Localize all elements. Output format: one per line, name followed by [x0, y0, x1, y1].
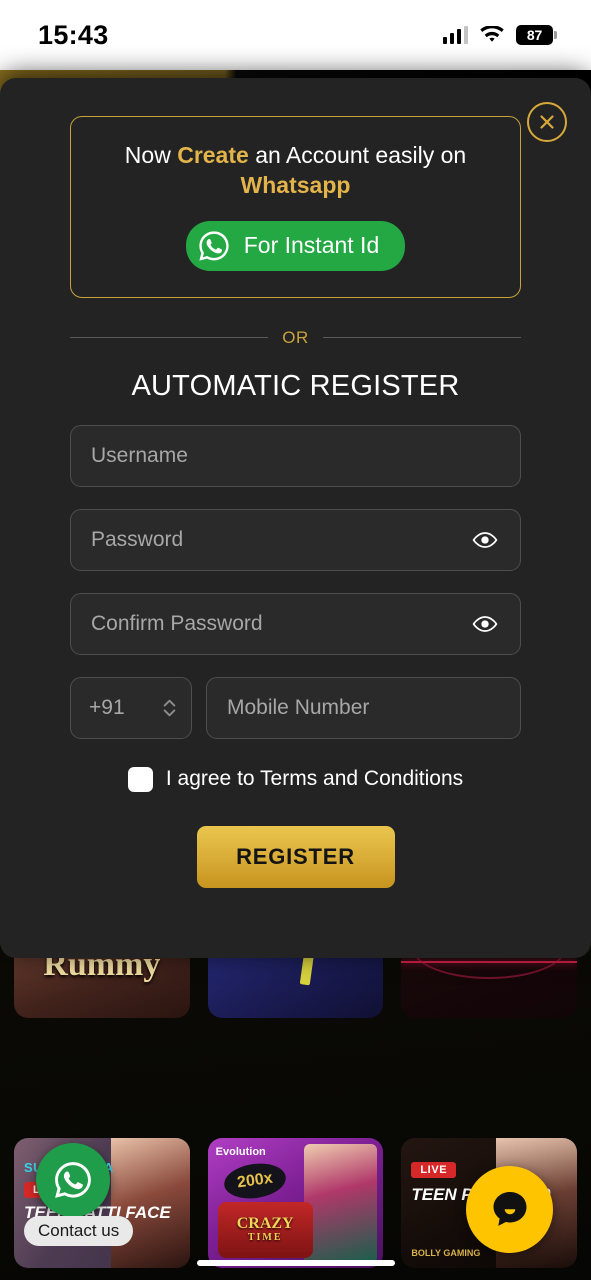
country-code-select[interactable]: +91 — [70, 676, 192, 739]
promo-text-post: an Account easily on — [248, 142, 467, 168]
whatsapp-button-label: For Instant Id — [243, 232, 380, 259]
eye-icon[interactable] — [470, 525, 500, 555]
username-input[interactable] — [91, 443, 500, 468]
password-field[interactable] — [70, 508, 521, 571]
promo-text-highlight: Create — [177, 142, 249, 168]
page-title: AUTOMATIC REGISTER — [131, 369, 460, 402]
divider-label: OR — [282, 327, 309, 347]
terms-checkbox[interactable] — [127, 766, 153, 792]
divider-line-right — [322, 337, 521, 339]
whatsapp-instant-id-button[interactable]: For Instant Id — [185, 220, 406, 271]
register-button[interactable]: REGISTER — [196, 825, 395, 888]
terms-row: I agree to Terms and Conditions — [70, 766, 521, 792]
confirm-password-field[interactable] — [70, 592, 521, 655]
username-field[interactable] — [70, 424, 521, 487]
phone-screen: Rummy SUPERNOWA LIVE TEEN PATTI FACE Evo… — [0, 0, 591, 1280]
chevron-updown-icon — [163, 699, 176, 717]
eye-glyph-icon — [472, 615, 498, 632]
phone-row: +91 — [70, 676, 521, 739]
tile-brand-label: Evolution — [215, 1146, 266, 1158]
chat-widget-button[interactable] — [466, 1166, 553, 1253]
or-divider: OR — [70, 328, 521, 348]
status-time: 15:43 — [38, 19, 109, 50]
whatsapp-icon — [199, 231, 229, 261]
chat-bubble-icon — [493, 1191, 526, 1226]
divider-line-left — [70, 337, 269, 339]
eye-glyph-icon — [472, 531, 498, 548]
terms-label[interactable]: I agree to Terms and Conditions — [166, 767, 463, 791]
confirm-password-input[interactable] — [91, 611, 470, 636]
status-bar: 15:43 87 — [0, 0, 591, 70]
game-tile-crazy-time[interactable]: Evolution 200x CRAZY TIME — [207, 1138, 384, 1268]
tile-logo: CRAZY TIME — [217, 1202, 313, 1258]
mobile-number-input[interactable] — [227, 695, 500, 720]
whatsapp-icon — [55, 1162, 91, 1198]
status-indicators: 87 — [442, 25, 557, 45]
password-input[interactable] — [91, 527, 470, 552]
tile-multiplier-badge: 200x — [221, 1159, 288, 1203]
close-x-icon — [540, 115, 554, 129]
close-icon[interactable] — [527, 102, 567, 142]
promo-line-2: Whatsapp — [240, 171, 351, 198]
tile-provider-label: BOLLY GAMING — [411, 1247, 481, 1258]
tile-live-badge: LIVE — [411, 1162, 457, 1178]
battery-level: 87 — [526, 27, 543, 43]
tile-dealer-image — [303, 1144, 378, 1264]
tile-subtitle: TIME — [247, 1232, 283, 1244]
eye-icon[interactable] — [470, 609, 500, 639]
tile-title: CRAZY — [236, 1215, 294, 1233]
country-code-value: +91 — [89, 695, 125, 719]
home-indicator — [196, 1260, 395, 1266]
wifi-icon — [480, 25, 504, 42]
mobile-number-field[interactable] — [206, 676, 521, 739]
whatsapp-contact-label[interactable]: Contact us — [24, 1216, 134, 1246]
promo-text-pre: Now — [124, 142, 178, 168]
battery-icon: 87 — [516, 25, 557, 45]
cellular-signal-icon — [442, 26, 468, 44]
whatsapp-float-button[interactable] — [36, 1143, 110, 1217]
promo-line-1: Now Create an Account easily on — [89, 141, 502, 171]
whatsapp-promo-box: Now Create an Account easily on Whatsapp… — [70, 116, 521, 298]
register-modal: Now Create an Account easily on Whatsapp… — [0, 78, 591, 958]
